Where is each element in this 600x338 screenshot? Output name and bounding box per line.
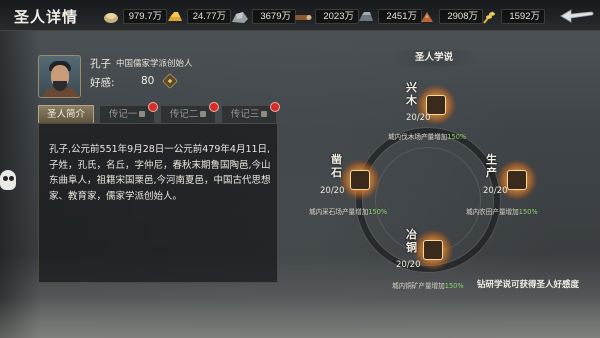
resource-food: 979.7万 [102,8,167,25]
favor-value: 80 [141,75,155,87]
research-node-lumber-level: 20/20 [406,113,431,123]
research-node-copper-name: 冶铜 [406,228,417,254]
research-node-copper-desc: 城内铜矿产量增加150% [392,282,464,290]
gold-bars-icon [166,10,184,24]
alert-dot-icon [209,102,219,112]
favor-gift-icon[interactable] [162,73,178,89]
resource-gold-value: 24.77万 [187,9,231,24]
iron-icon [357,10,375,24]
research-node-production-desc: 城内农田产量增加150% [466,208,538,216]
lock-icon [200,111,207,117]
resource-stone: 3679万 [231,8,296,25]
panda-mascot-icon[interactable] [0,170,16,190]
research-node-stone-desc: 城内采石场产量增加150% [309,208,388,216]
resource-wood: 2023万 [294,8,359,25]
resource-wheat-value: 1592万 [501,9,545,24]
resource-copper: 2908万 [418,8,483,25]
top-bar: 圣人详情 979.7万 24.77万 3679万 2023万 2451万 290… [0,0,600,31]
tab-biography-2[interactable]: 传记二 [160,102,219,123]
tab-biography-1[interactable]: 传记一 [99,102,158,123]
resource-iron-value: 2451万 [378,9,422,24]
copper-icon [418,10,436,24]
research-node-copper-level: 20/20 [396,260,421,270]
resource-copper-value: 2908万 [439,9,483,24]
lock-icon [139,111,146,117]
page-title: 圣人详情 [14,8,79,26]
alert-dot-icon [270,102,280,112]
bio-panel: 孔子,公元前551年9月28日一公元前479年4月11日,子姓，孔氏，名丘，字仲… [38,123,278,283]
tab-bar: 圣人简介 传记一 传记二 传记三 [38,102,280,123]
stone-icon [231,10,249,24]
furnace-icon [423,240,443,260]
research-node-lumber-desc: 城内伐木场产量增加150% [388,133,467,141]
alert-dot-icon [148,102,158,112]
food-icon [102,10,120,24]
bio-text: 孔子,公元前551年9月28日一公元前479年4月11日,子姓，孔氏，名丘，字仲… [49,144,271,202]
plow-icon [507,170,527,190]
resource-food-value: 979.7万 [123,9,167,24]
resource-wheat: 1592万 [480,8,545,25]
research-node-production-level: 20/20 [483,186,508,196]
back-button[interactable] [558,4,596,26]
background-landscape-bottom [0,298,600,338]
sage-name: 孔子 [90,58,111,70]
research-node-production-name: 生产 [486,153,497,179]
logs-icon [426,95,446,115]
research-title: 圣人学说 [392,50,476,66]
tab-sage-intro[interactable]: 圣人简介 [38,105,94,123]
research-node-stone[interactable] [340,160,380,200]
wood-icon [294,10,312,24]
resource-gold: 24.77万 [166,8,231,25]
resource-stone-value: 3679万 [252,9,296,24]
lock-icon [261,111,268,117]
pickaxe-icon [350,170,370,190]
research-node-stone-level: 20/20 [320,186,345,196]
sage-description: 中国儒家学派创始人 [116,59,193,69]
back-arrow-icon [560,9,594,23]
resource-wood-value: 2023万 [315,9,359,24]
resource-iron: 2451万 [357,8,422,25]
favor-label: 好感: [90,77,115,89]
research-node-stone-name: 凿石 [331,153,342,179]
sage-portrait [38,55,81,98]
research-hint: 钻研学说可获得圣人好感度 [477,280,580,290]
tab-biography-3[interactable]: 传记三 [221,102,280,123]
research-node-lumber-name: 兴木 [406,81,417,107]
wheat-icon [480,10,498,24]
